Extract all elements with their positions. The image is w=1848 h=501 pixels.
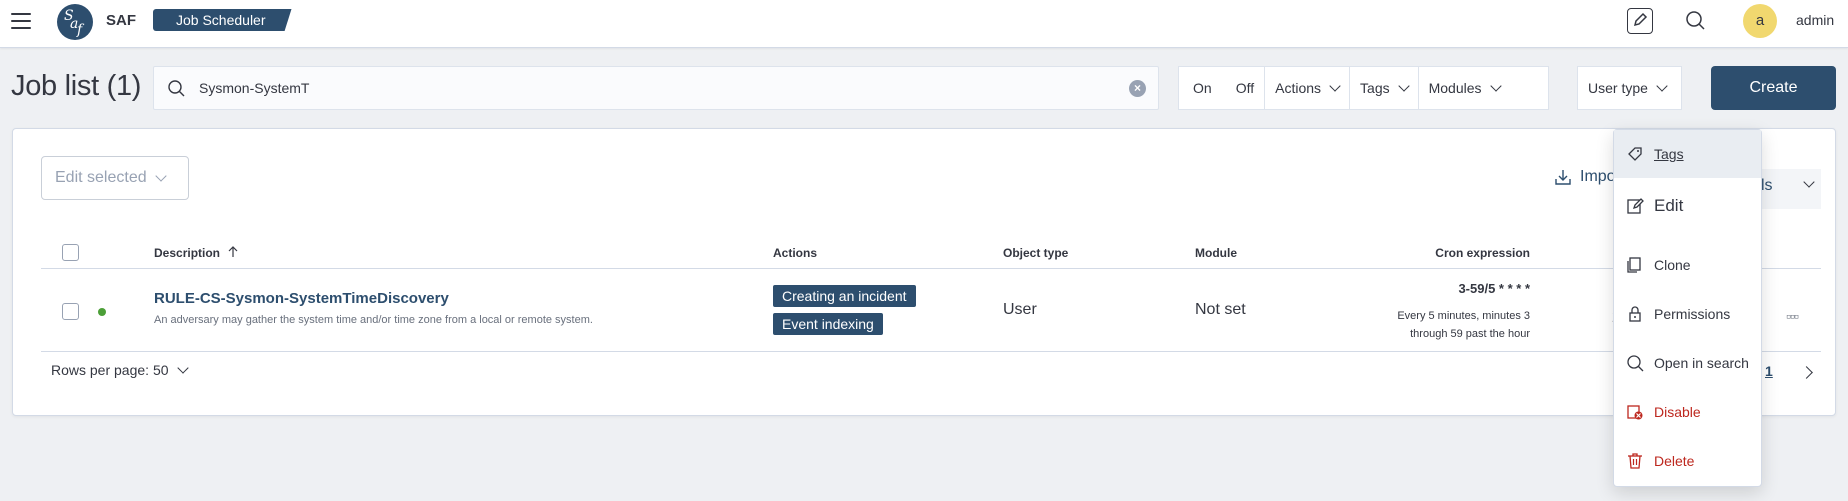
filter-on-button[interactable]: On [1179, 67, 1226, 109]
app-breadcrumb[interactable]: Job Scheduler [153, 9, 292, 31]
saf-logo[interactable]: S a f [57, 4, 93, 40]
user-type-dropdown[interactable]: User type [1577, 66, 1682, 110]
chevron-down-icon [1489, 79, 1502, 92]
rows-per-page-selector[interactable]: Rows per page: 50 [51, 361, 189, 378]
chevron-down-icon [1397, 79, 1410, 92]
cron-expression: 3-59/5 * * * * [1458, 281, 1530, 296]
edit-selected-dropdown[interactable]: Edit selected [41, 156, 189, 200]
page-title: Job list (1) [11, 70, 142, 102]
filter-modules-dropdown[interactable]: Modules [1419, 67, 1510, 109]
module-value: Not set [1195, 301, 1246, 318]
row-actions-menu: Tags Edit Clone Permissions Open in sear… [1613, 129, 1762, 487]
lock-icon [1626, 305, 1644, 323]
menu-item-clone[interactable]: Clone [1614, 241, 1761, 289]
clear-icon[interactable]: × [1129, 80, 1146, 97]
row-checkbox[interactable] [62, 303, 79, 320]
column-cron: Cron expression [1435, 246, 1530, 260]
menu-item-open-in-search[interactable]: Open in search [1614, 339, 1761, 387]
menu-item-edit[interactable]: Edit [1614, 178, 1761, 234]
import-button[interactable]: Impo [1554, 168, 1616, 186]
cron-human-readable: Every 5 minutes, minutes 3 through 59 pas… [1397, 310, 1530, 340]
column-actions: Actions [773, 246, 818, 260]
search-icon[interactable] [1683, 8, 1709, 34]
select-all-checkbox[interactable] [62, 244, 79, 261]
partially-hidden-dropdown[interactable]: ls [1761, 169, 1821, 209]
menu-item-tags[interactable]: Tags [1614, 130, 1761, 178]
edit-icon [1626, 197, 1644, 215]
action-badge: Event indexing [773, 313, 883, 335]
chevron-down-icon [1656, 79, 1668, 92]
filter-actions-dropdown[interactable]: Actions [1265, 67, 1351, 109]
top-bar: S a f SAF Job Scheduler a admin [0, 0, 1848, 48]
status-indicator [98, 308, 106, 316]
filter-group: On Off Actions Tags Modules [1178, 66, 1549, 110]
menu-icon[interactable] [11, 13, 31, 29]
copy-icon [1626, 256, 1644, 274]
column-object-type: Object type [1003, 246, 1069, 260]
avatar[interactable]: a [1743, 4, 1777, 38]
chevron-down-icon [1329, 79, 1341, 92]
edit-note-icon[interactable] [1627, 8, 1653, 34]
menu-item-permissions[interactable]: Permissions [1614, 290, 1761, 338]
menu-item-disable[interactable]: Disable [1614, 388, 1761, 436]
table-header: Description Actions Object type Module C… [41, 237, 1821, 269]
disable-icon [1626, 403, 1644, 421]
download-icon [1555, 170, 1571, 185]
table-row[interactable]: RULE-CS-Sysmon-SystemTimeDiscovery An ad… [41, 270, 1821, 352]
chevron-down-icon [154, 169, 167, 182]
job-title-link[interactable]: RULE-CS-Sysmon-SystemTimeDiscovery [154, 290, 449, 307]
username[interactable]: admin [1796, 12, 1834, 28]
search-input[interactable]: Sysmon-SystemT × [153, 66, 1159, 110]
filter-tags-dropdown[interactable]: Tags [1350, 67, 1419, 109]
tag-icon [1626, 145, 1644, 163]
column-module: Module [1195, 246, 1237, 260]
chevron-down-icon [1803, 176, 1815, 188]
chevron-right-icon[interactable] [1800, 366, 1813, 379]
action-badge: Creating an incident [773, 285, 916, 307]
column-description[interactable]: Description [154, 246, 239, 260]
create-button[interactable]: Create [1711, 66, 1836, 110]
pagination-page[interactable]: 1 [1765, 363, 1773, 379]
search-icon [1626, 354, 1644, 372]
sort-ascending-icon [228, 246, 238, 257]
search-value: Sysmon-SystemT [199, 80, 310, 96]
brand-name: SAF [106, 12, 136, 29]
job-list-panel: Edit selected Impo ls Description Action… [12, 128, 1836, 416]
job-description: An adversary may gather the system time … [154, 314, 593, 326]
trash-icon [1626, 452, 1644, 470]
filter-off-button[interactable]: Off [1226, 67, 1266, 109]
menu-item-delete[interactable]: Delete [1614, 437, 1761, 485]
search-icon [166, 78, 188, 105]
more-actions-icon[interactable]: ▫▫▫ [1786, 308, 1799, 324]
object-type-value: User [1003, 301, 1037, 318]
chevron-down-icon [176, 361, 189, 374]
